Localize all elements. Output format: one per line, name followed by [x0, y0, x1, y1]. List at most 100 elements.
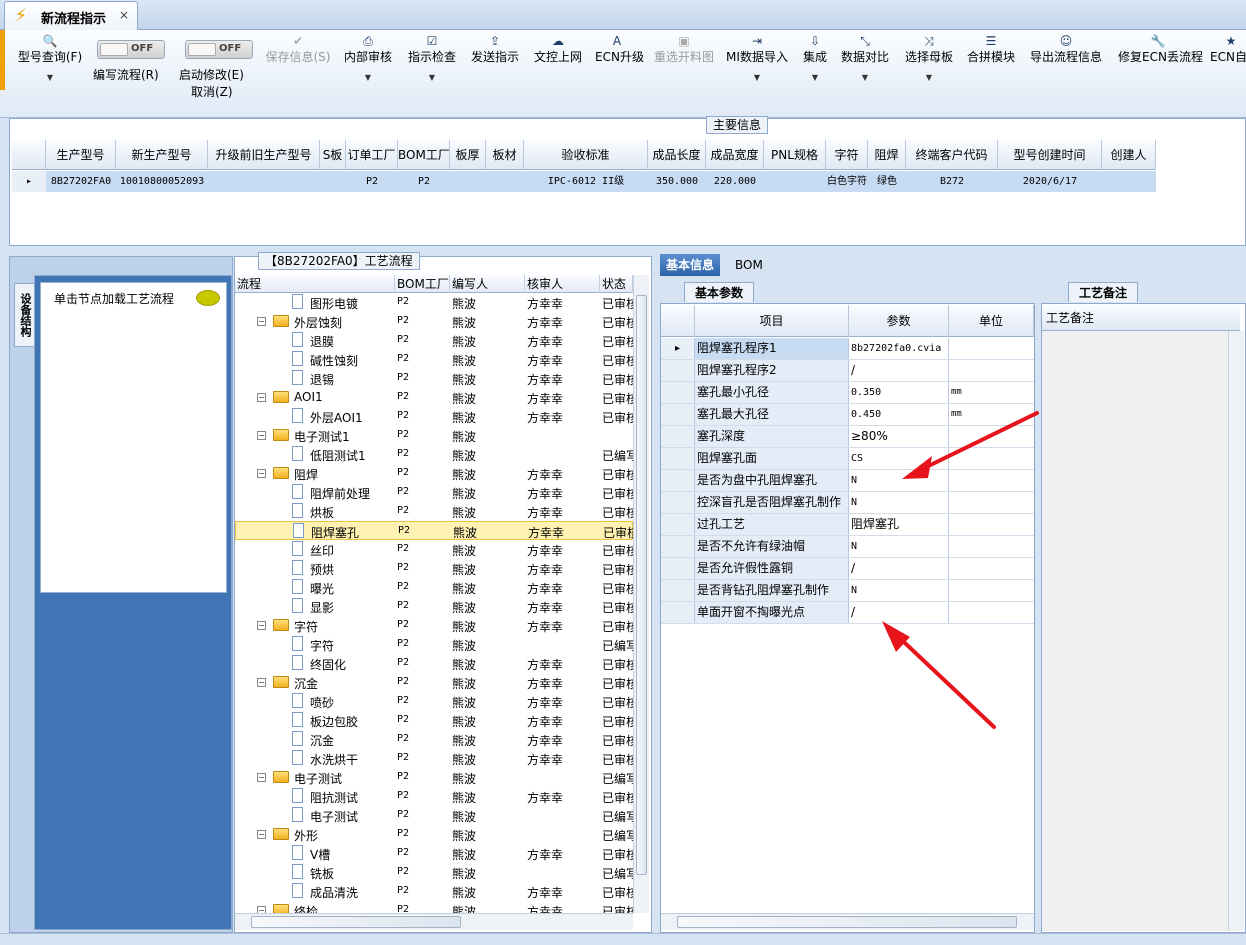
notes-header[interactable]: 工艺备注	[1042, 305, 1240, 331]
tree-column-header[interactable]: 编写人	[450, 275, 525, 293]
tree-row[interactable]: 退锡 P2 熊波 方幸幸 已审核	[235, 369, 633, 388]
param-value[interactable]: CS	[849, 448, 949, 469]
instruction-check-button[interactable]: ☑ 指示检查 ▼	[407, 33, 457, 82]
param-row[interactable]: 塞孔深度 ≥80%	[661, 426, 1034, 448]
tree-row[interactable]: 板边包胶 P2 熊波 方幸幸 已审核	[235, 711, 633, 730]
tree-row[interactable]: 成品清洗 P2 熊波 方幸幸 已审核	[235, 882, 633, 901]
tree-row[interactable]: 阻焊前处理 P2 熊波 方幸幸 已审核	[235, 483, 633, 502]
tree-row[interactable]: 沉金 P2 熊波 方幸幸 已审核	[235, 730, 633, 749]
reselect-cut-button[interactable]: ▣ 重选开料图	[654, 33, 714, 65]
tab-bom[interactable]: BOM	[729, 254, 769, 276]
tree-row[interactable]: 字符 P2 熊波 已编写	[235, 635, 633, 654]
tree-row[interactable]: 预烘 P2 熊波 方幸幸 已审核	[235, 559, 633, 578]
param-value[interactable]: N	[849, 580, 949, 601]
param-value[interactable]: /	[849, 360, 949, 381]
column-header[interactable]: 新生产型号	[116, 140, 208, 170]
tree-row[interactable]: 水洗烘干 P2 熊波 方幸幸 已审核	[235, 749, 633, 768]
tab-equipment-structure[interactable]: 设备结构	[14, 283, 34, 347]
fix-ecn-button[interactable]: 🔧 修复ECN丢流程	[1118, 33, 1203, 65]
column-header[interactable]: 订单工厂	[346, 140, 398, 170]
chevron-down-icon[interactable]: ▼	[14, 73, 86, 82]
column-header[interactable]: 升级前旧生产型号	[208, 140, 320, 170]
ecn-upgrade-button[interactable]: A ECN升级	[595, 33, 644, 65]
column-header[interactable]: 板材	[486, 140, 524, 170]
tree-row[interactable]: 终固化 P2 熊波 方幸幸 已审核	[235, 654, 633, 673]
tree-row[interactable]: − 阻焊 P2 熊波 方幸幸 已审核	[235, 464, 633, 483]
scroll-thumb[interactable]	[677, 916, 1017, 928]
param-row[interactable]: 是否背钻孔阻焊塞孔制作 N	[661, 580, 1034, 602]
send-instruction-button[interactable]: ⇪ 发送指示	[470, 33, 520, 65]
tree-row[interactable]: − 外层蚀刻 P2 熊波 方幸幸 已审核	[235, 312, 633, 331]
tree-row[interactable]: V槽 P2 熊波 方幸幸 已审核	[235, 844, 633, 863]
collapse-icon[interactable]: −	[257, 678, 266, 687]
column-header[interactable]: 板厚	[450, 140, 486, 170]
collapse-icon[interactable]: −	[257, 469, 266, 478]
param-value[interactable]: ≥80%	[849, 426, 949, 447]
tree-column-header[interactable]: 流程	[235, 275, 395, 293]
column-header[interactable]: PNL规格	[764, 140, 826, 170]
param-row[interactable]: 阻焊塞孔面 CS	[661, 448, 1034, 470]
tree-row[interactable]: 显影 P2 熊波 方幸幸 已审核	[235, 597, 633, 616]
tree-row[interactable]: 图形电镀 P2 熊波 方幸幸 已审核	[235, 293, 633, 312]
param-value[interactable]: 0.450	[849, 404, 949, 425]
param-value[interactable]: /	[849, 602, 949, 623]
tree-column-header[interactable]: 状态	[600, 275, 633, 293]
tree-column-header[interactable]: 核审人	[525, 275, 600, 293]
tree-row[interactable]: 碱性蚀刻 P2 熊波 方幸幸 已审核	[235, 350, 633, 369]
chevron-down-icon[interactable]: ▼	[726, 73, 788, 82]
column-header[interactable]: 成品长度	[648, 140, 706, 170]
chevron-down-icon[interactable]: ▼	[904, 73, 954, 82]
tab-new-process-instruction[interactable]: ⚡ 新流程指示 ×	[4, 1, 138, 30]
tree-row[interactable]: 烘板 P2 熊波 方幸幸 已审核	[235, 502, 633, 521]
tab-basic-params[interactable]: 基本参数	[684, 282, 755, 302]
collapse-icon[interactable]: −	[257, 773, 266, 782]
param-row[interactable]: 塞孔最小孔径 0.350 mm	[661, 382, 1034, 404]
collapse-icon[interactable]: −	[257, 621, 266, 630]
internal-review-button[interactable]: ⎙ 内部审核 ▼	[344, 33, 392, 82]
column-header[interactable]: S板	[320, 140, 346, 170]
scroll-thumb[interactable]	[636, 295, 647, 875]
doc-upload-button[interactable]: ☁ 文控上网	[533, 33, 583, 65]
chevron-down-icon[interactable]: ▼	[802, 73, 828, 82]
chevron-down-icon[interactable]: ▼	[840, 73, 890, 82]
param-row[interactable]: 单面开窗不掏曝光点 /	[661, 602, 1034, 624]
tree-row[interactable]: − 外形 P2 熊波 已编写	[235, 825, 633, 844]
column-header[interactable]: 成品宽度	[706, 140, 764, 170]
main-info-row[interactable]: ▸ 8B27202FA0 10010800052093 P2 P2 IPC-6012 II…	[12, 171, 1156, 192]
column-header[interactable]: 创建人	[1102, 140, 1156, 170]
column-header[interactable]: 生产型号	[46, 140, 116, 170]
tree-row[interactable]: 阻焊塞孔 P2 熊波 方幸幸 已审核	[235, 521, 633, 540]
tree-row[interactable]: 铣板 P2 熊波 已编写	[235, 863, 633, 882]
params-header-value[interactable]: 参数	[849, 305, 949, 337]
param-row[interactable]: 是否为盘中孔阻焊塞孔 N	[661, 470, 1034, 492]
ecn-auto-button[interactable]: ★ ECN自动	[1210, 33, 1246, 65]
chevron-down-icon[interactable]: ▼	[407, 73, 457, 82]
mi-import-button[interactable]: ⇥ MI数据导入 ▼	[726, 33, 788, 82]
chevron-down-icon[interactable]: ▼	[344, 73, 392, 82]
param-row[interactable]: 塞孔最大孔径 0.450 mm	[661, 404, 1034, 426]
column-header[interactable]: 验收标准	[524, 140, 648, 170]
tree-row[interactable]: 低阻测试1 P2 熊波 已编写	[235, 445, 633, 464]
scroll-thumb[interactable]	[251, 916, 461, 928]
param-value[interactable]: 0.350	[849, 382, 949, 403]
tree-row[interactable]: 退膜 P2 熊波 方幸幸 已审核	[235, 331, 633, 350]
param-row[interactable]: 是否不允许有绿油帽 N	[661, 536, 1034, 558]
select-master-button[interactable]: ⤨ 选择母板 ▼	[904, 33, 954, 82]
tree-row[interactable]: 阻抗测试 P2 熊波 方幸幸 已审核	[235, 787, 633, 806]
param-row[interactable]: 过孔工艺 阻焊塞孔	[661, 514, 1034, 536]
param-row[interactable]: 控深盲孔是否阻焊塞孔制作 N	[661, 492, 1034, 514]
param-row[interactable]: 是否允许假性露铜 /	[661, 558, 1034, 580]
params-header-item[interactable]: 项目	[695, 305, 849, 337]
collapse-icon[interactable]: −	[257, 393, 266, 402]
collapse-icon[interactable]: −	[257, 906, 266, 913]
integrate-button[interactable]: ⇩ 集成 ▼	[802, 33, 828, 82]
tree-column-header[interactable]: BOM工厂	[395, 275, 450, 293]
speech-bubble-icon[interactable]	[196, 290, 220, 306]
params-header-unit[interactable]: 单位	[949, 305, 1034, 337]
model-query-button[interactable]: 🔍 型号查询(F) ▼	[14, 33, 86, 82]
param-value[interactable]: /	[849, 558, 949, 579]
tree-row[interactable]: − AOI1 P2 熊波 方幸幸 已审核	[235, 388, 633, 407]
close-tab-icon[interactable]: ×	[119, 8, 129, 22]
collapse-icon[interactable]: −	[257, 830, 266, 839]
param-value[interactable]: 8b27202fa0.cvia	[849, 338, 949, 359]
